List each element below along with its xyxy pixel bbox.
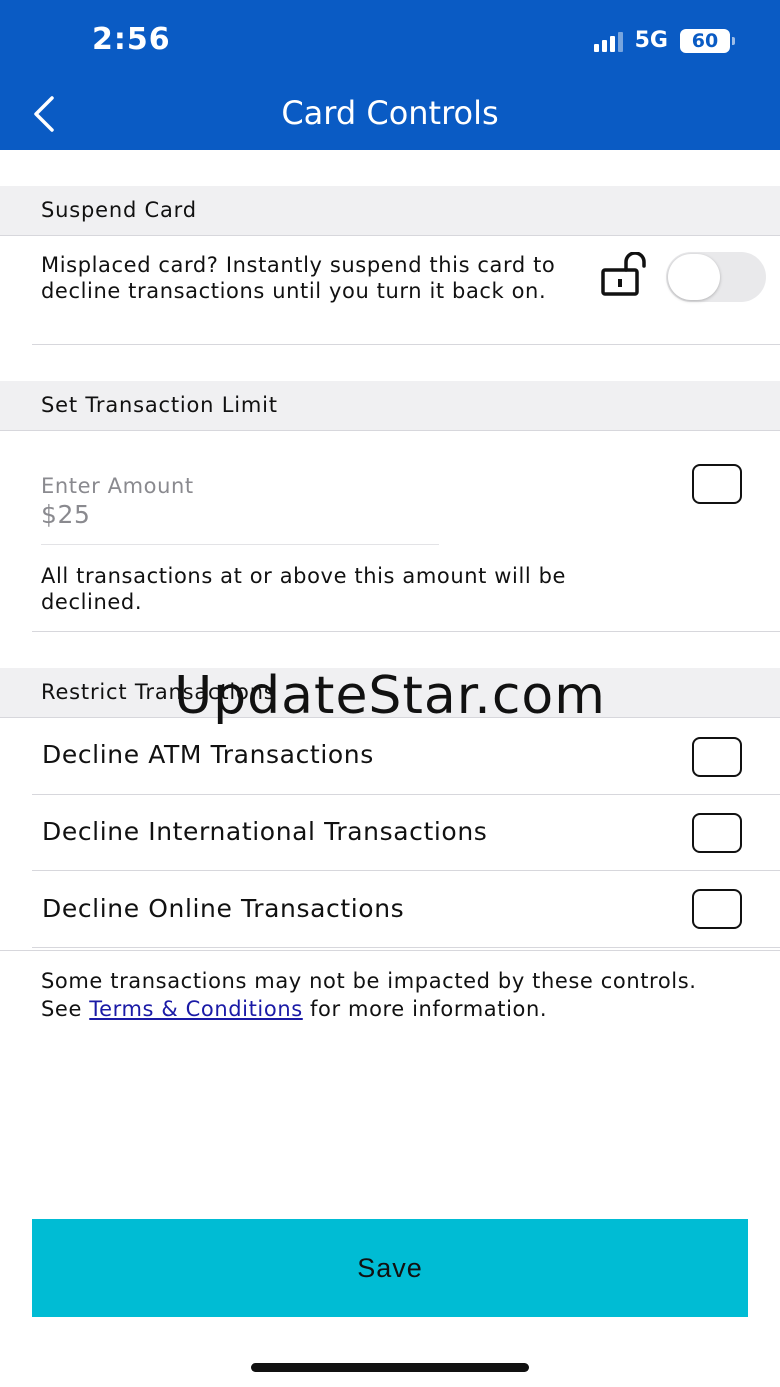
divider (32, 344, 780, 345)
section-header-suspend: Suspend Card (0, 186, 780, 236)
footer-note-text: for more information. (302, 997, 548, 1021)
footer-note: Some transactions may not be impacted by… (41, 967, 741, 1023)
decline-atm-checkbox[interactable] (692, 737, 742, 777)
status-indicators: 5G 60 (593, 28, 735, 53)
divider (32, 631, 780, 632)
home-indicator (251, 1363, 529, 1372)
toggle-knob (668, 254, 720, 300)
limit-note: All transactions at or above this amount… (41, 564, 567, 614)
decline-international-label: Decline International Transactions (42, 817, 488, 846)
section-header-limit: Set Transaction Limit (0, 381, 780, 431)
status-time: 2:56 (92, 22, 171, 57)
page-title: Card Controls (281, 94, 499, 132)
section-title: Restrict Transactions (41, 680, 276, 704)
decline-online-checkbox[interactable] (692, 889, 742, 929)
divider (0, 950, 780, 951)
amount-field-label: Enter Amount (41, 474, 194, 498)
app-header: 2:56 5G 60 Card Controls (0, 0, 780, 150)
decline-atm-label: Decline ATM Transactions (42, 740, 374, 769)
section-header-restrict: Restrict Transactions (0, 668, 780, 718)
save-button[interactable]: Save (32, 1219, 748, 1317)
decline-international-checkbox[interactable] (692, 813, 742, 853)
section-title: Suspend Card (41, 198, 197, 222)
amount-input[interactable]: $25 (41, 500, 439, 545)
network-type: 5G (634, 28, 668, 53)
divider (32, 794, 780, 795)
terms-link[interactable]: Terms & Conditions (89, 997, 303, 1021)
battery-level: 60 (691, 29, 719, 52)
section-title: Set Transaction Limit (41, 393, 278, 417)
suspend-card-toggle[interactable] (666, 252, 766, 302)
suspend-description: Misplaced card? Instantly suspend this c… (41, 253, 556, 303)
limit-checkbox[interactable] (692, 464, 742, 504)
decline-online-label: Decline Online Transactions (42, 894, 405, 923)
signal-icon (593, 30, 623, 52)
unlock-icon (601, 252, 646, 296)
divider (32, 947, 780, 948)
divider (32, 870, 780, 871)
battery-icon: 60 (680, 28, 735, 53)
